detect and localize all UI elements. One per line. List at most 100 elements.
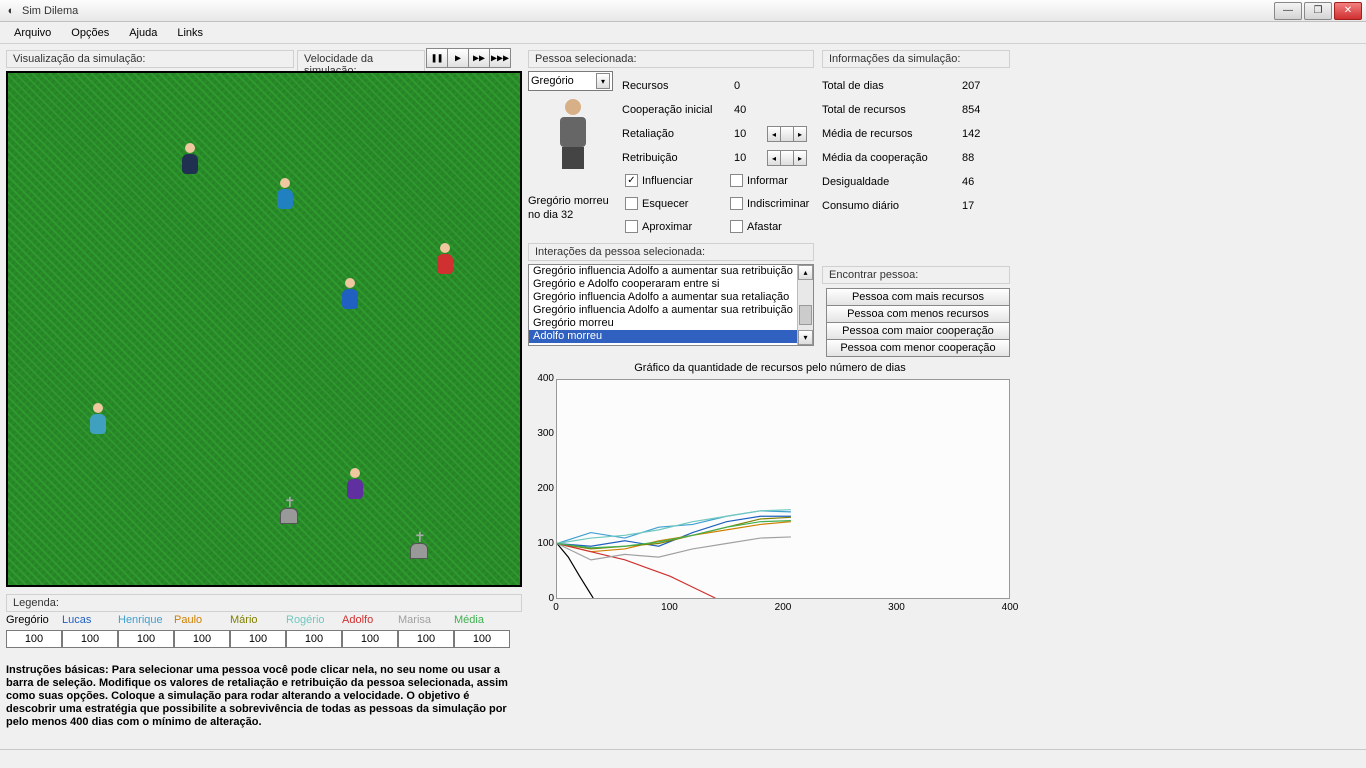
person-sprite[interactable] bbox=[273, 178, 297, 210]
y-tick-label: 400 bbox=[528, 373, 554, 384]
legend-name[interactable]: Adolfo bbox=[342, 614, 398, 626]
interaction-item[interactable]: Adolfo morreu bbox=[529, 330, 813, 343]
close-button[interactable]: ✕ bbox=[1334, 2, 1362, 20]
legend-name[interactable]: Marisa bbox=[398, 614, 454, 626]
esquecer-checkbox[interactable] bbox=[625, 197, 638, 210]
indiscriminar-label: Indiscriminar bbox=[747, 198, 809, 210]
play1-button[interactable]: ▶ bbox=[447, 48, 469, 68]
menu-ajuda[interactable]: Ajuda bbox=[119, 24, 167, 42]
informar-checkbox[interactable] bbox=[730, 174, 743, 187]
resources-chart bbox=[556, 379, 1010, 599]
person-select[interactable]: Gregório ▾ bbox=[528, 71, 613, 91]
informacoes-label: Informações da simulação: bbox=[822, 50, 1010, 68]
legend-name[interactable]: Gregório bbox=[6, 614, 62, 626]
legend-name[interactable]: Henrique bbox=[118, 614, 174, 626]
find-maior-coop-button[interactable]: Pessoa com maior cooperação bbox=[826, 322, 1010, 340]
play3-button[interactable]: ▶▶▶ bbox=[489, 48, 511, 68]
cooperacao-label: Cooperação inicial bbox=[622, 104, 734, 116]
pause-button[interactable]: ❚❚ bbox=[426, 48, 448, 68]
person-avatar bbox=[548, 99, 598, 171]
consumo-value: 17 bbox=[962, 200, 974, 212]
legenda-label: Legenda: bbox=[6, 594, 522, 612]
person-sprite[interactable] bbox=[86, 403, 110, 435]
total-recursos-label: Total de recursos bbox=[822, 104, 962, 116]
legend-name[interactable]: Paulo bbox=[174, 614, 230, 626]
minimize-button[interactable]: — bbox=[1274, 2, 1302, 20]
maximize-button[interactable]: ❐ bbox=[1304, 2, 1332, 20]
media-recursos-value: 142 bbox=[962, 128, 980, 140]
pessoa-selecionada-label: Pessoa selecionada: bbox=[528, 50, 814, 68]
legend-value: 100 bbox=[230, 630, 286, 648]
legend-name[interactable]: Mário bbox=[230, 614, 286, 626]
menu-arquivo[interactable]: Arquivo bbox=[4, 24, 61, 42]
person-sprite[interactable] bbox=[433, 243, 457, 275]
interactions-scrollbar[interactable]: ▴ ▾ bbox=[797, 265, 813, 345]
interacoes-label: Interações da pessoa selecionada: bbox=[528, 243, 814, 261]
retribuicao-decrease[interactable]: ◂ bbox=[767, 150, 781, 166]
menu-links[interactable]: Links bbox=[167, 24, 213, 42]
retaliacao-decrease[interactable]: ◂ bbox=[767, 126, 781, 142]
x-tick-label: 100 bbox=[655, 602, 685, 613]
person-sprite[interactable] bbox=[178, 143, 202, 175]
aproximar-checkbox[interactable] bbox=[625, 220, 638, 233]
visualizacao-label: Visualização da simulação: bbox=[6, 50, 294, 68]
interaction-item[interactable]: Gregório influencia Adolfo a aumentar su… bbox=[529, 304, 813, 317]
interactions-list[interactable]: Gregório influencia Adolfo a aumentar su… bbox=[528, 264, 814, 346]
instructions-text: Instruções básicas: Para selecionar uma … bbox=[6, 664, 522, 729]
desigualdade-label: Desigualdade bbox=[822, 176, 962, 188]
x-tick-label: 400 bbox=[995, 602, 1025, 613]
retribuicao-label: Retribuição bbox=[622, 152, 734, 164]
influenciar-label: Influenciar bbox=[642, 175, 693, 187]
window-title: Sim Dilema bbox=[22, 5, 1274, 17]
legend-value: 100 bbox=[342, 630, 398, 648]
person-sprite[interactable] bbox=[343, 468, 367, 500]
person-select-value: Gregório bbox=[531, 75, 574, 87]
informar-label: Informar bbox=[747, 175, 788, 187]
retaliacao-value: 10 bbox=[734, 128, 764, 140]
menu-opcoes[interactable]: Opções bbox=[61, 24, 119, 42]
legend-name[interactable]: Rogério bbox=[286, 614, 342, 626]
interaction-item[interactable]: Gregório e Adolfo cooperaram entre si bbox=[529, 278, 813, 291]
aproximar-label: Aproximar bbox=[642, 221, 692, 233]
simulation-field[interactable] bbox=[6, 71, 522, 587]
legend-value: 100 bbox=[62, 630, 118, 648]
media-coop-label: Média da cooperação bbox=[822, 152, 962, 164]
find-mais-recursos-button[interactable]: Pessoa com mais recursos bbox=[826, 288, 1010, 306]
y-tick-label: 300 bbox=[528, 428, 554, 439]
x-tick-label: 200 bbox=[768, 602, 798, 613]
status-bar bbox=[0, 749, 1366, 768]
scroll-down-icon[interactable]: ▾ bbox=[798, 330, 813, 345]
media-recursos-label: Média de recursos bbox=[822, 128, 962, 140]
chevron-down-icon[interactable]: ▾ bbox=[596, 73, 610, 89]
scroll-thumb[interactable] bbox=[799, 305, 812, 325]
recursos-label: Recursos bbox=[622, 80, 734, 92]
legend-name[interactable]: Média bbox=[454, 614, 510, 626]
find-menos-recursos-button[interactable]: Pessoa com menos recursos bbox=[826, 305, 1010, 323]
retribuicao-increase[interactable]: ▸ bbox=[793, 150, 807, 166]
total-dias-label: Total de dias bbox=[822, 80, 962, 92]
y-tick-label: 100 bbox=[528, 538, 554, 549]
x-tick-label: 300 bbox=[882, 602, 912, 613]
interaction-item[interactable]: Gregório influencia Adolfo a aumentar su… bbox=[529, 291, 813, 304]
retaliacao-track[interactable] bbox=[780, 126, 794, 142]
death-note: Gregório morreu no dia 32 bbox=[528, 194, 618, 222]
retaliacao-increase[interactable]: ▸ bbox=[793, 126, 807, 142]
influenciar-checkbox[interactable]: ✓ bbox=[625, 174, 638, 187]
scroll-up-icon[interactable]: ▴ bbox=[798, 265, 813, 280]
person-sprite[interactable] bbox=[338, 278, 362, 310]
desigualdade-value: 46 bbox=[962, 176, 974, 188]
grave-icon bbox=[408, 533, 428, 559]
legend-value: 100 bbox=[454, 630, 510, 648]
interaction-item[interactable]: Gregório morreu bbox=[529, 317, 813, 330]
interaction-item[interactable]: Gregório influencia Adolfo a aumentar su… bbox=[529, 265, 813, 278]
media-coop-value: 88 bbox=[962, 152, 974, 164]
legend-name[interactable]: Lucas bbox=[62, 614, 118, 626]
retribuicao-track[interactable] bbox=[780, 150, 794, 166]
afastar-checkbox[interactable] bbox=[730, 220, 743, 233]
play2-button[interactable]: ▶▶ bbox=[468, 48, 490, 68]
find-menor-coop-button[interactable]: Pessoa com menor cooperação bbox=[826, 339, 1010, 357]
y-tick-label: 200 bbox=[528, 483, 554, 494]
cooperacao-value: 40 bbox=[734, 104, 764, 116]
chart-title: Gráfico da quantidade de recursos pelo n… bbox=[528, 362, 1012, 374]
indiscriminar-checkbox[interactable] bbox=[730, 197, 743, 210]
